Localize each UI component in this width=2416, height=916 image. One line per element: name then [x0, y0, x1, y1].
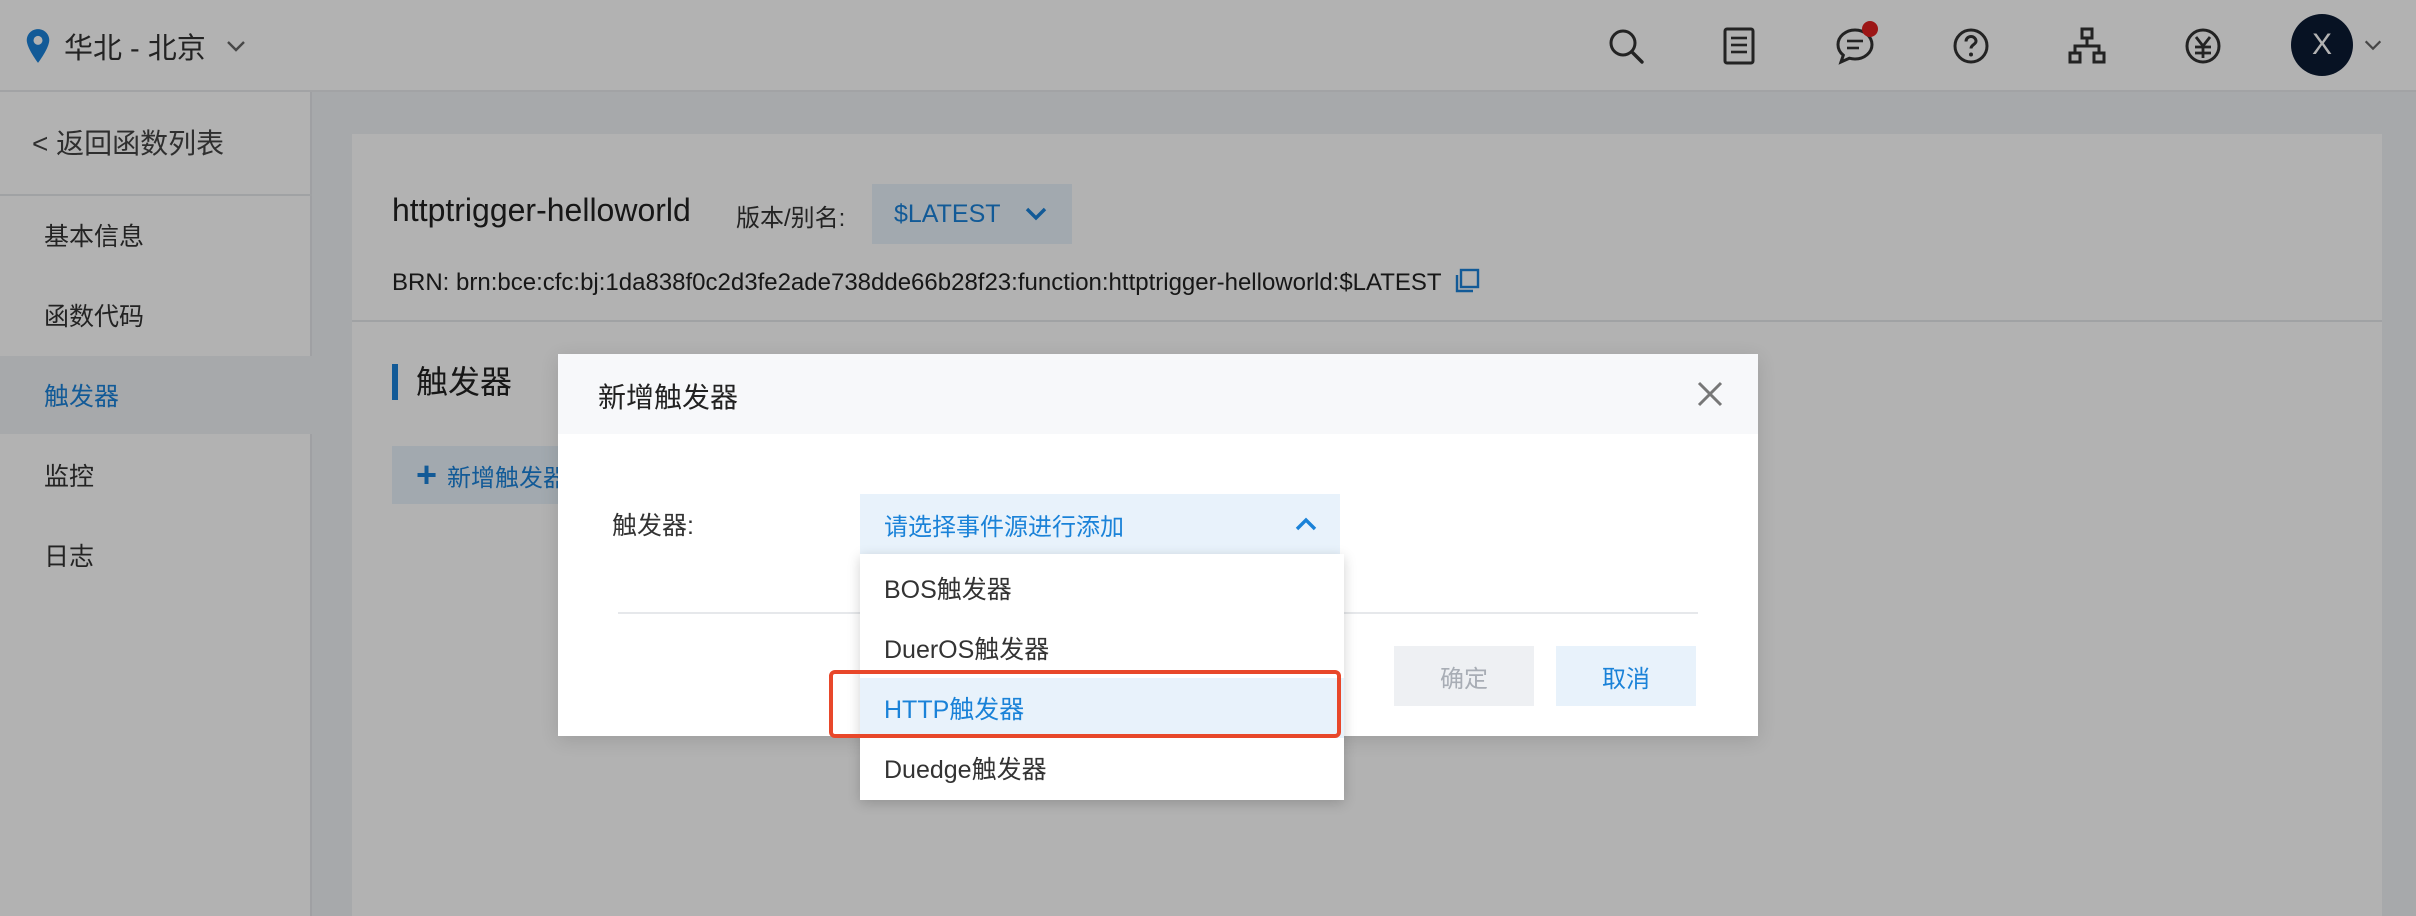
option-bos-trigger[interactable]: BOS触发器 [860, 558, 1344, 618]
cancel-button[interactable]: 取消 [1556, 646, 1696, 706]
event-source-select[interactable]: 请选择事件源进行添加 [860, 494, 1340, 554]
option-duedge-trigger[interactable]: Duedge触发器 [860, 738, 1344, 798]
modal-title: 新增触发器 [598, 382, 739, 413]
event-source-placeholder: 请选择事件源进行添加 [884, 513, 1124, 541]
modal-header: 新增触发器 [558, 354, 1758, 434]
trigger-field-label: 触发器: [612, 512, 694, 540]
option-http-trigger[interactable]: HTTP触发器 [860, 678, 1344, 738]
chevron-up-icon [1295, 517, 1317, 531]
option-dueros-trigger[interactable]: DuerOS触发器 [860, 618, 1344, 678]
event-source-dropdown: BOS触发器 DuerOS触发器 HTTP触发器 Duedge触发器 [860, 554, 1344, 800]
confirm-button[interactable]: 确定 [1394, 646, 1534, 706]
close-icon[interactable] [1696, 380, 1724, 408]
